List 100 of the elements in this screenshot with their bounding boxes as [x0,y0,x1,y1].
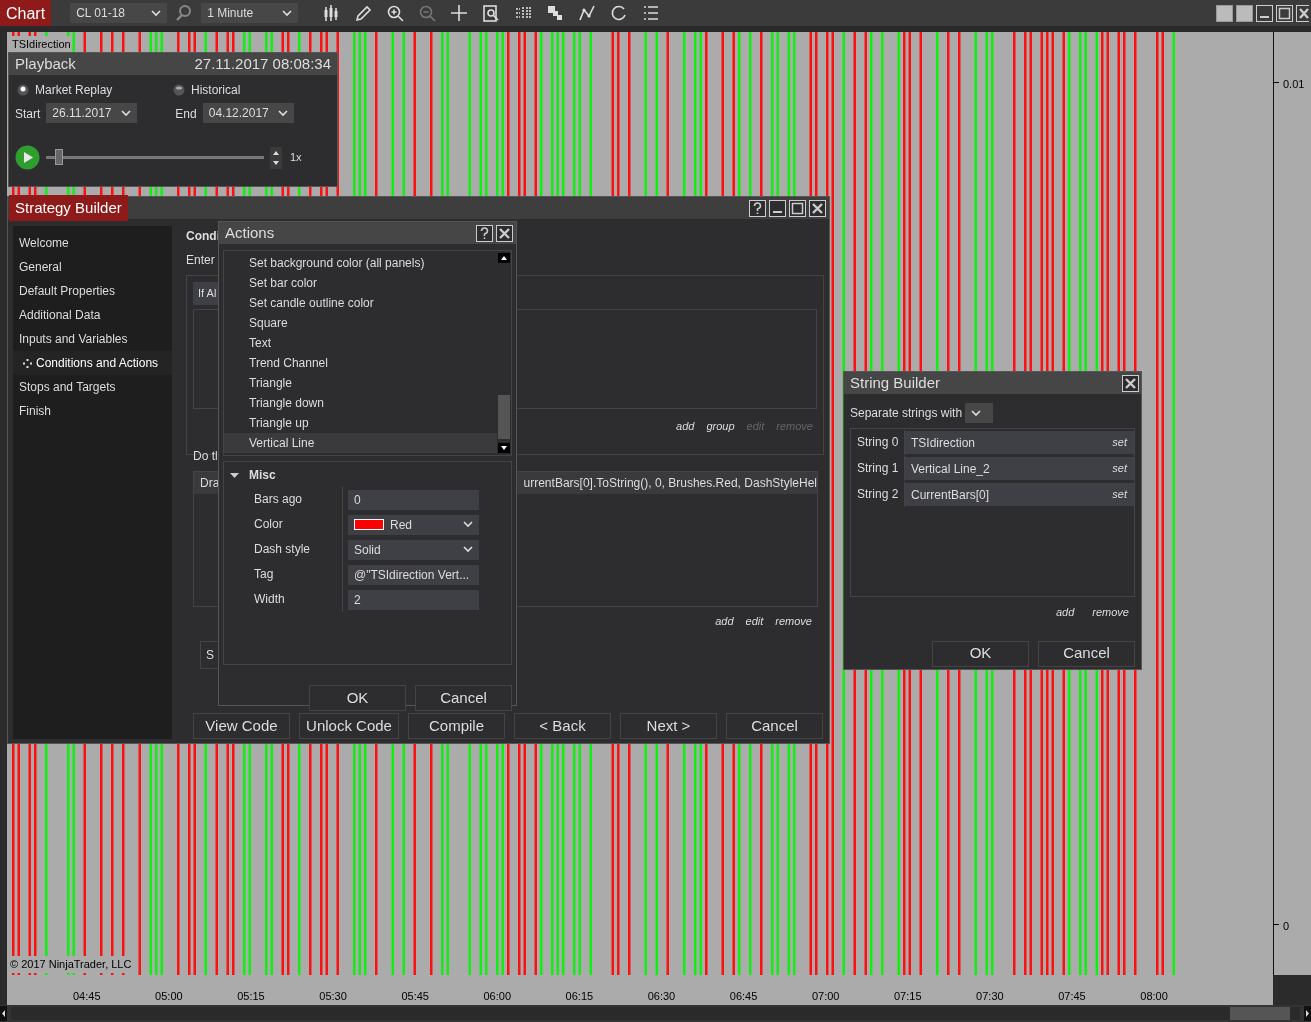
search-icon[interactable] [175,4,194,22]
document-search-icon[interactable] [482,4,501,22]
pencil-icon[interactable] [354,4,373,22]
separator-dropdown[interactable] [965,403,994,423]
close-icon[interactable] [1296,4,1309,22]
nav-item[interactable]: Default Properties [13,279,172,303]
end-date-dropdown[interactable]: 04.12.2017 [202,103,294,123]
wizard-button[interactable]: Cancel [726,713,823,739]
time-label: 08:00 [1140,989,1168,1004]
dialog-button[interactable]: Cancel [415,685,512,711]
dialog-button[interactable]: Cancel [1038,640,1135,667]
nav-item[interactable]: Stops and Targets [13,375,172,399]
help-icon[interactable] [476,224,493,242]
list-item[interactable]: Set background color (all panels) [224,253,497,273]
copyright-text: © 2017 NinjaTrader, LLC [10,956,132,973]
window-title: Strategy Builder [9,194,128,222]
radio-button[interactable] [17,84,29,96]
list-item[interactable]: Triangle down [224,393,497,413]
wizard-button[interactable]: Unlock Code [299,713,399,739]
string-field[interactable]: Vertical Line_2 [911,459,990,478]
scroll-left-icon[interactable] [0,1006,7,1021]
list-item[interactable]: Text [224,333,497,353]
maximize-icon[interactable] [789,199,806,217]
help-icon[interactable] [749,199,766,217]
string-field[interactable]: CurrentBars[0] [911,485,990,504]
scroll-up-icon[interactable] [498,253,510,263]
string-link[interactable]: remove [1092,604,1129,621]
wizard-button[interactable]: Next > [620,713,717,739]
interval-dropdown[interactable]: 1 Minute [201,3,299,23]
action-link[interactable]: remove [775,613,812,630]
property-dropdown[interactable]: Solid [348,539,479,560]
stacked-squares-icon[interactable] [546,4,565,22]
nav-item[interactable]: General [13,255,172,279]
tile-icon[interactable] [1236,4,1253,22]
list-item[interactable]: Vertical Line [224,433,497,453]
list-item[interactable]: Set bar color [224,273,497,293]
spinner-icon[interactable] [270,146,282,169]
scrollbar-thumb[interactable] [498,395,510,439]
separator-label: Separate strings with [850,405,963,422]
list-item[interactable]: Square [224,313,497,333]
list-item[interactable]: Triangle [224,373,497,393]
list-item[interactable]: Triangle up [224,413,497,433]
action-link[interactable]: add [715,613,734,630]
speed-text: 1x [290,150,302,166]
property-field[interactable]: 2 [348,589,479,610]
list-item[interactable]: Trend Channel [224,353,497,373]
chevron-down-icon [277,109,288,117]
dialog-button[interactable]: OK [932,640,1029,667]
start-date-dropdown[interactable]: 26.11.2017 [46,103,138,123]
minimize-icon[interactable] [1256,4,1273,22]
nav-item[interactable]: Conditions and Actions [13,351,172,375]
set-link[interactable]: set [1112,434,1127,451]
chart-tab[interactable]: Chart [0,0,52,26]
price-label: 0 [1283,919,1290,934]
instrument-dropdown[interactable]: CL 01-18 [70,3,168,23]
radio-button[interactable] [173,84,185,96]
zoom-out-icon[interactable] [418,4,437,22]
condition-tab[interactable]: If Al [193,282,219,305]
nav-item[interactable]: Additional Data [13,303,172,327]
time-label: 05:15 [237,989,265,1004]
intro-text: Enter [186,252,215,269]
minimize-icon[interactable] [769,199,786,217]
close-icon[interactable] [1122,374,1139,392]
property-field[interactable]: @"TSIdirection Vert... [348,564,479,585]
close-icon[interactable] [809,199,826,217]
list-item[interactable]: Set candle outline color [224,293,497,313]
candlestick-icon[interactable] [322,4,341,22]
collapse-triangle-icon[interactable] [230,470,239,480]
wizard-button[interactable]: < Back [514,713,611,739]
zoom-in-icon[interactable] [386,4,405,22]
property-field[interactable]: 0 [348,489,479,510]
nav-item[interactable]: Finish [13,399,172,423]
crosshair-icon[interactable] [450,4,469,22]
scroll-down-icon[interactable] [498,443,510,453]
condition-link[interactable]: group [706,417,735,434]
list-icon[interactable] [642,4,661,22]
string-link[interactable]: add [1055,604,1075,621]
play-icon[interactable] [15,145,40,170]
refresh-icon[interactable] [610,4,629,22]
action-link[interactable]: edit [745,613,764,630]
property-dropdown[interactable]: Red [348,514,479,535]
panel-title: Playback [15,53,76,74]
condition-link[interactable]: add [676,417,695,434]
nav-item[interactable]: Inputs and Variables [13,327,172,351]
close-icon[interactable] [496,224,513,242]
nav-item[interactable]: Welcome [13,231,172,255]
set-link[interactable]: set [1112,460,1127,477]
slider-thumb[interactable] [54,149,63,165]
maximize-icon[interactable] [1276,4,1293,22]
playback-time: 27.11.2017 08:08:34 [194,53,331,74]
line-graph-icon[interactable] [578,4,597,22]
string-field[interactable]: TSIdirection [911,433,976,452]
scroll-right-icon[interactable] [1304,1006,1311,1021]
dialog-button[interactable]: OK [309,685,406,711]
set-link[interactable]: set [1112,486,1127,503]
wizard-button[interactable]: View Code [193,713,290,739]
wizard-button[interactable]: Compile [408,713,505,739]
dialog-title: Actions [225,222,275,243]
scrollbar-thumb[interactable] [1230,1007,1290,1020]
tile-icon[interactable] [1216,4,1233,22]
